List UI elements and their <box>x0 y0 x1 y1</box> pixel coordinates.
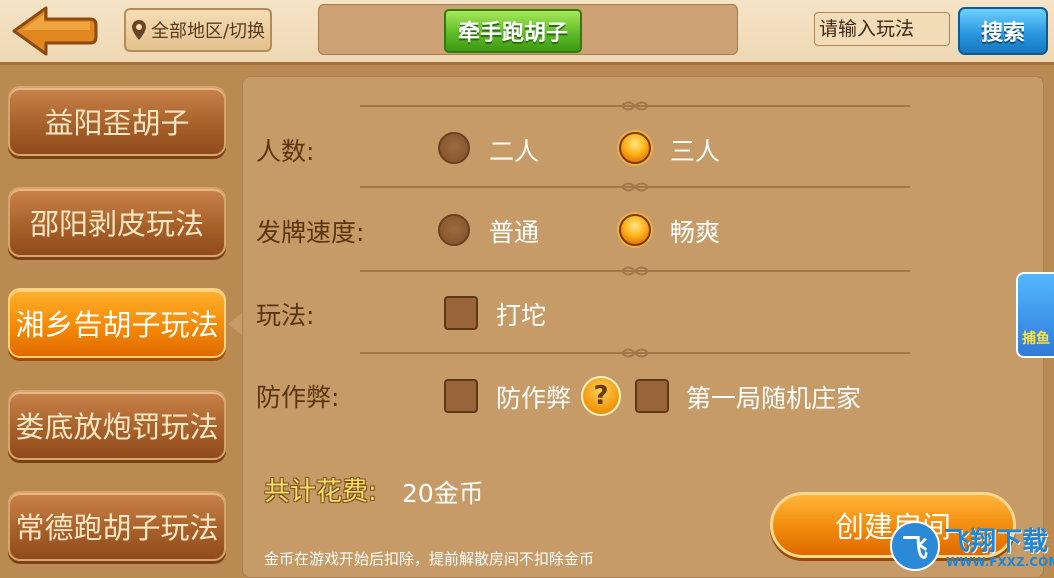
watermark: 飞 飞翔下载 WWW.FXXZ.COM <box>890 517 1054 575</box>
option-anticheat: 防作弊 <box>496 384 572 413</box>
watermark-url: WWW.FXXZ.COM <box>946 555 1054 569</box>
active-tab-pointer <box>228 313 242 335</box>
fishing-widget-label: 捕鱼 <box>1022 331 1050 347</box>
option-speed-fast: 畅爽 <box>670 218 721 247</box>
sidebar-item-yiyang[interactable]: 益阳歪胡子 <box>8 86 226 156</box>
fishing-game-widget[interactable]: 捕鱼 <box>1016 272 1054 358</box>
radio-three-players[interactable] <box>619 132 651 164</box>
cost-label: 共计花费: <box>264 477 377 507</box>
checkbox-random-dealer[interactable] <box>635 379 669 413</box>
option-two-players: 二人 <box>489 137 540 166</box>
section-divider <box>360 101 910 111</box>
cost-note: 金币在游戏开始后扣除，提前解散房间不扣除金币 <box>264 550 595 568</box>
sidebar-item-xiangxiang[interactable]: 湘乡告胡子玩法 <box>8 288 226 358</box>
location-pin-icon <box>131 20 146 40</box>
section-divider <box>360 266 910 276</box>
checkbox-anticheat[interactable] <box>444 379 478 413</box>
section-divider <box>360 348 910 358</box>
sidebar-item-loudi[interactable]: 娄底放炮罚玩法 <box>8 390 226 460</box>
radio-speed-normal[interactable] <box>438 214 470 246</box>
sidebar-item-changde[interactable]: 常德跑胡子玩法 <box>8 491 226 561</box>
radio-speed-fast[interactable] <box>619 214 651 246</box>
players-label: 人数: <box>256 137 315 166</box>
option-speed-normal: 普通 <box>489 218 540 247</box>
region-switch-button[interactable]: 全部地区/切换 <box>124 8 272 52</box>
back-arrow-button[interactable] <box>12 6 98 56</box>
search-button[interactable]: 搜索 <box>958 7 1048 55</box>
option-three-players: 三人 <box>670 137 721 166</box>
deal-speed-label: 发牌速度: <box>256 218 365 247</box>
watermark-logo: 飞 <box>890 521 940 571</box>
anticheat-label: 防作弊: <box>256 383 340 412</box>
search-input[interactable] <box>814 12 950 46</box>
watermark-title: 飞翔下载 <box>944 527 1049 557</box>
option-datuo: 打坨 <box>496 301 547 330</box>
checkbox-datuo[interactable] <box>444 296 478 330</box>
region-label: 全部地区/切换 <box>150 21 266 42</box>
section-divider <box>360 182 910 192</box>
cost-value: 20金币 <box>402 479 484 508</box>
sidebar-item-shaoyang[interactable]: 邵阳剥皮玩法 <box>8 187 226 257</box>
game-title-button[interactable]: 牵手跑胡子 <box>444 9 582 53</box>
help-icon[interactable]: ? <box>581 376 621 416</box>
rules-label: 玩法: <box>256 301 315 330</box>
option-random-dealer: 第一局随机庄家 <box>686 384 862 413</box>
radio-two-players[interactable] <box>438 132 470 164</box>
